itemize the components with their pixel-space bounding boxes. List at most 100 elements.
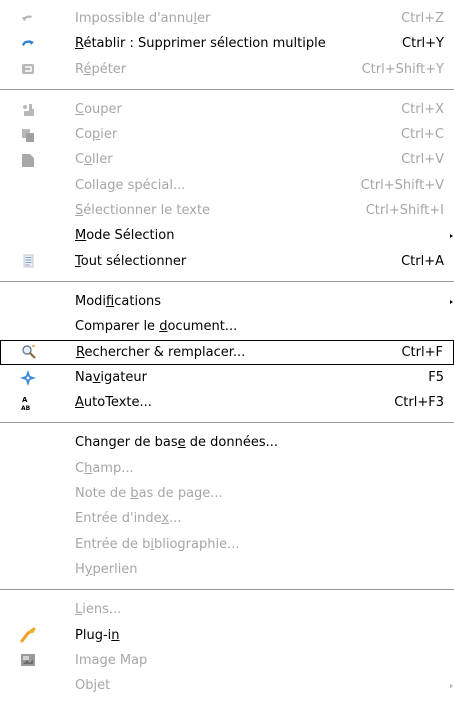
cut-icon: [20, 102, 36, 118]
menu-item-shortcut: Ctrl+Shift+V: [360, 177, 444, 193]
menu-item-selection-mode[interactable]: Mode Sélection: [0, 223, 454, 248]
label-text: Changer de bas: [75, 435, 178, 451]
menu-item-label: Rétablir : Supprimer sélection multiple: [75, 31, 326, 56]
menu-item-label: Navigateur: [75, 365, 147, 390]
menu-item-cut[interactable]: Couper Ctrl+X: [0, 97, 454, 122]
label-text: out sélectionner: [80, 253, 187, 269]
menu-item-label: Coller: [75, 147, 113, 172]
label-text: Impossible d'annu: [75, 11, 194, 26]
label-text: Na: [75, 369, 93, 385]
submenu-arrow-icon: [450, 299, 453, 304]
mnemonic-letter: o: [84, 152, 93, 168]
menu-item-shortcut: Ctrl+Shift+I: [365, 203, 444, 219]
menu-item-label: Entrée de bibliographie...: [75, 532, 240, 557]
copy-icon: [20, 127, 36, 143]
menu-item-exchange-db[interactable]: Changer de base de données...: [0, 430, 454, 455]
menu-item-copy[interactable]: Copier Ctrl+C: [0, 122, 454, 147]
label-text: Entrée de b: [75, 536, 151, 552]
label-text: de données...: [185, 435, 278, 451]
menu-item-shortcut: Ctrl+F3: [394, 395, 444, 411]
menu-item-image-map[interactable]: Image Map: [0, 648, 454, 673]
label-text: amp...: [92, 460, 134, 476]
label-text: Ima: [75, 652, 100, 668]
menu-item-redo[interactable]: Rétablir : Supprimer sélection multiple C…: [0, 31, 454, 56]
menu-item-compare[interactable]: Comparer le document...: [0, 314, 454, 339]
image-map-icon: [20, 652, 36, 668]
menu-item-links[interactable]: Liens...: [0, 597, 454, 622]
label-text: Note de: [75, 486, 131, 502]
menu-item-label: Tout sélectionner: [75, 249, 186, 274]
mnemonic-letter: x: [161, 511, 170, 527]
menu-item-label: Champ...: [75, 456, 134, 481]
menu-item-paste[interactable]: Coller Ctrl+V: [0, 147, 454, 172]
label-text: igateur: [100, 369, 147, 385]
menu-item-plugin[interactable]: Plug-in: [0, 623, 454, 648]
label-text: iens...: [82, 602, 122, 618]
menu-item-label: Couper: [75, 97, 122, 122]
paste-icon: [20, 152, 36, 168]
menu-item-paste-special[interactable]: Collage spécial... Ctrl+Shift+V: [0, 173, 454, 198]
menu-item-navigator[interactable]: Navigateur F5: [0, 365, 454, 390]
menu-item-bibliography-entry[interactable]: Entrée de bibliographie...: [0, 532, 454, 557]
label-text: Modi: [75, 293, 107, 309]
mnemonic-letter: n: [111, 627, 120, 643]
menu-item-label: Mode Sélection: [75, 223, 174, 248]
menu-item-label: Répéter: [75, 57, 126, 82]
menu-item-select-all[interactable]: Tout sélectionner Ctrl+A: [0, 249, 454, 274]
menu-item-object[interactable]: Objet: [0, 673, 454, 698]
menu-item-label: Modifications: [75, 289, 161, 314]
label-text: ouper: [84, 101, 122, 117]
menu-item-autotext[interactable]: A AB AutoTexte... Ctrl+F3: [0, 390, 454, 415]
menu-item-shortcut: Ctrl+C: [400, 127, 444, 143]
label-text: ller: [92, 152, 113, 168]
label-text: perlien: [92, 561, 138, 577]
menu-item-label: Comparer le document...: [75, 314, 237, 339]
menu-item-label: Sélectionner le texte: [75, 198, 210, 223]
label-text: as de page...: [138, 486, 223, 502]
menu-item-label: Collage spécial...: [75, 173, 185, 198]
menu-item-shortcut: F5: [428, 369, 444, 385]
menu-item-select-text[interactable]: Sélectionner le texte Ctrl+Shift+I: [0, 198, 454, 223]
menu-item-repeat[interactable]: Répéter Ctrl+Shift+Y: [0, 57, 454, 82]
label-text: établir : Supprimer sélection multiple: [83, 36, 326, 52]
menu-item-shortcut: Ctrl+V: [401, 152, 444, 168]
menu-item-shortcut: Ctrl+A: [401, 253, 444, 269]
navigator-icon: [20, 369, 36, 386]
menu-item-changes[interactable]: Modifications: [0, 289, 454, 314]
label-text: électionner le texte: [83, 203, 211, 219]
select-all-icon: [20, 253, 36, 269]
label-text: echercher & remplacer...: [84, 344, 246, 360]
menu-item-index-entry[interactable]: Entrée d'index...: [0, 506, 454, 531]
mnemonic-letter: C: [75, 101, 85, 117]
menu-item-undo[interactable]: Impossible d'annuler Ctrl+Z: [0, 6, 454, 31]
menu-item-label: Liens...: [75, 597, 121, 622]
menu-separator: [0, 88, 454, 90]
menu-item-label: Objet: [75, 673, 110, 698]
label-text: ications: [114, 293, 162, 309]
menu-item-footnote[interactable]: Note de bas de page...: [0, 481, 454, 506]
svg-text:A: A: [22, 396, 28, 404]
menu-item-shortcut: Ctrl+F: [401, 344, 443, 360]
undo-icon: [20, 11, 36, 27]
svg-text:AB: AB: [21, 405, 31, 411]
menu-item-hyperlink[interactable]: Hyperlien: [0, 557, 454, 582]
menu-item-label: Changer de base de données...: [75, 430, 278, 455]
label-text: bliographie...: [154, 536, 240, 552]
label-text: e Map: [107, 652, 148, 668]
menu-item-field[interactable]: Champ...: [0, 456, 454, 481]
submenu-arrow-icon: [450, 234, 453, 239]
menu-item-label: Note de bas de page...: [75, 481, 223, 506]
menu-separator: [0, 589, 454, 591]
label-text: er: [197, 11, 211, 26]
menu-item-label: Rechercher & remplacer...: [76, 341, 245, 364]
menu-item-label: Copier: [75, 122, 117, 147]
menu-item-find-replace[interactable]: Rechercher & remplacer... Ctrl+F: [0, 339, 454, 365]
plugin-icon: [20, 627, 36, 643]
label-text: ode Sélection: [86, 228, 175, 244]
menu-item-shortcut: Ctrl+X: [401, 101, 444, 117]
menu-separator: [0, 422, 454, 424]
menu-separator: [0, 280, 454, 282]
label-text: H: [75, 561, 85, 577]
submenu-arrow-icon: [450, 683, 453, 688]
label-text: Comparer le: [75, 319, 160, 335]
